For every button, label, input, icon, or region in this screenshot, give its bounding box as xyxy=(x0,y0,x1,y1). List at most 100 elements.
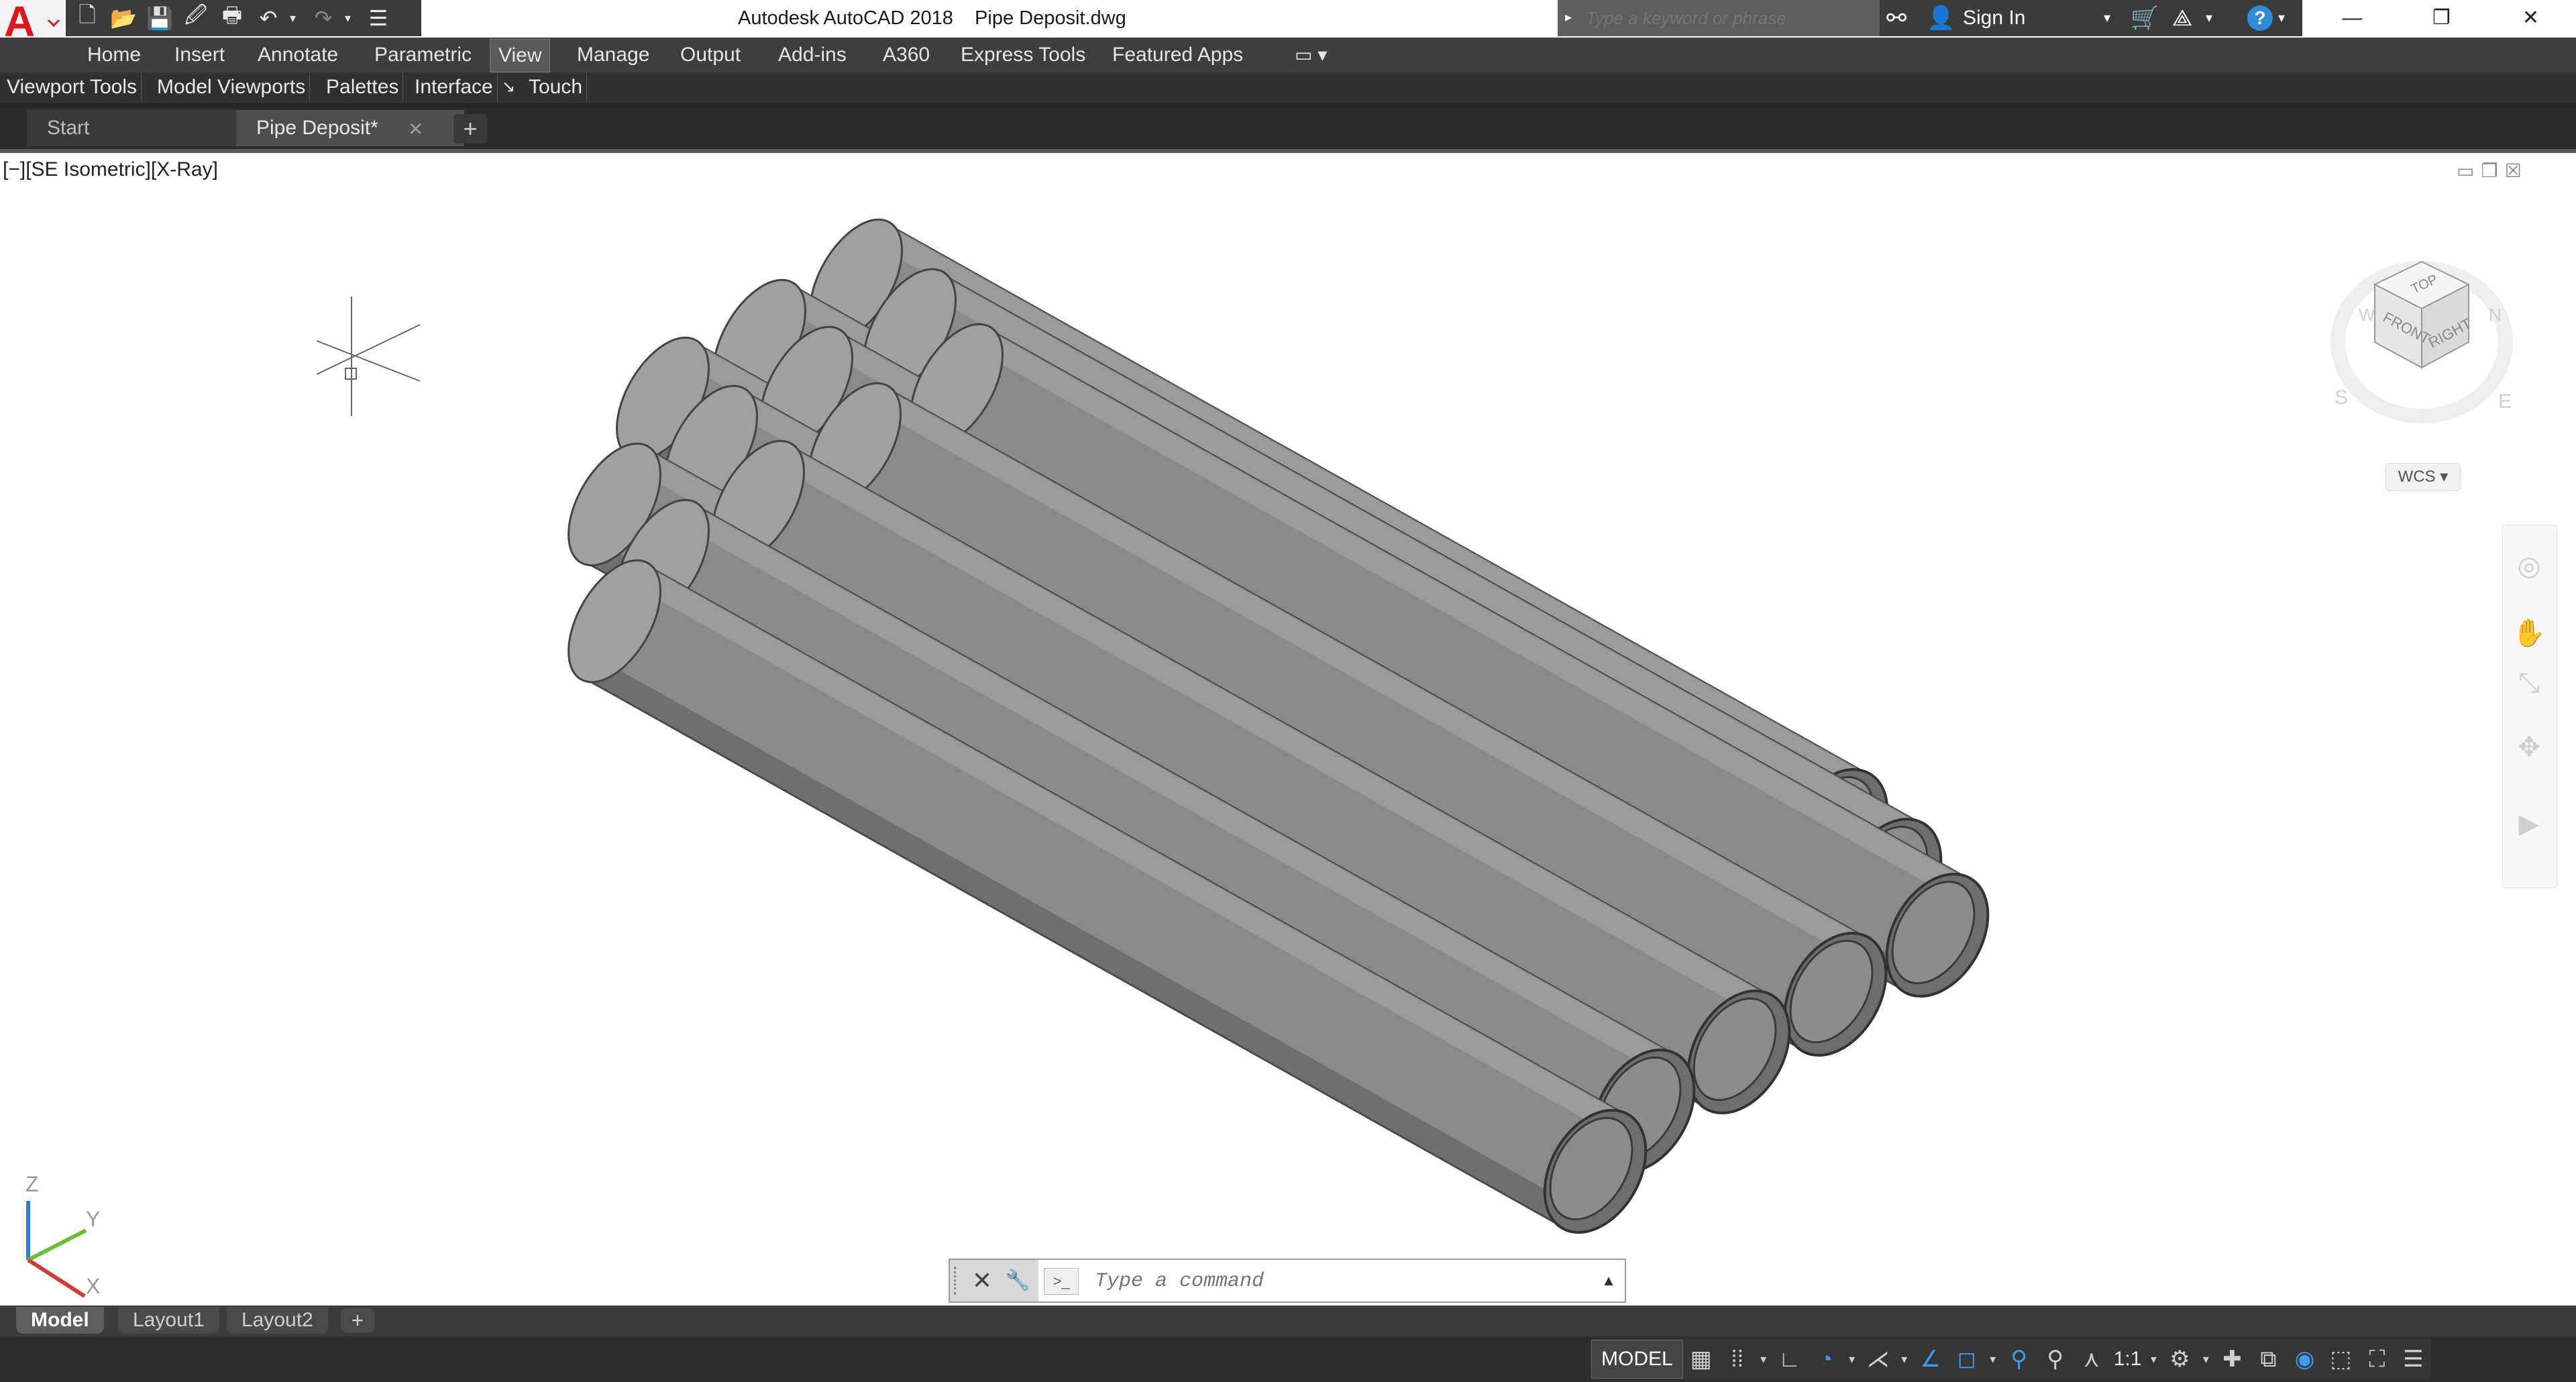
snap-dropdown-icon[interactable]: ▾ xyxy=(1756,1340,1772,1378)
panel-viewport-tools[interactable]: Viewport Tools xyxy=(3,72,142,102)
redo-dropdown-icon[interactable]: ▾ xyxy=(345,11,357,25)
plot-icon[interactable]: 🖶 xyxy=(217,3,247,32)
status-tools: MODEL ▦ ⁞⁞ ▾ ∟ ◔ ▾ ⋌ ▾ ∠ ◻ ▾ ⚲ ⚲ ⋏ 1:1 ▾… xyxy=(1591,1339,2432,1379)
command-history-icon[interactable]: ▲ xyxy=(1595,1263,1622,1299)
user-icon[interactable]: 👤 xyxy=(1927,0,1955,36)
steering-wheel-icon[interactable]: ◎ xyxy=(2510,547,2548,585)
help-dropdown-icon[interactable]: ▾ xyxy=(2278,0,2292,36)
ortho-icon[interactable]: ∟ xyxy=(1772,1340,1808,1378)
pipe-stack-model[interactable]: Z Y X xyxy=(0,153,2576,1306)
tab-model[interactable]: Model xyxy=(16,1307,104,1334)
annotation-visibility-icon[interactable]: ⚲ xyxy=(2001,1340,2037,1378)
tab-manage[interactable]: Manage xyxy=(569,39,657,71)
undo-dropdown-icon[interactable]: ▾ xyxy=(290,11,302,25)
isodraft-icon[interactable]: ⋌ xyxy=(1860,1340,1896,1378)
tab-annotate[interactable]: Annotate xyxy=(250,39,346,71)
object-snap-tracking-icon[interactable]: ∠ xyxy=(1913,1340,1949,1378)
pan-icon[interactable]: ✋ xyxy=(2510,615,2548,652)
command-line-customize-icon[interactable]: 🔧 xyxy=(1001,1260,1034,1301)
tab-home[interactable]: Home xyxy=(79,39,149,71)
wcs-label: WCS xyxy=(2398,468,2436,486)
compass-e-label[interactable]: E xyxy=(2498,390,2512,413)
polar-tracking-icon[interactable]: ◔ xyxy=(1808,1340,1844,1378)
close-tab-icon[interactable]: ✕ xyxy=(408,118,423,140)
ucs-icon xyxy=(26,1201,87,1298)
scale-dropdown-icon[interactable]: ▾ xyxy=(2145,1340,2161,1378)
recent-commands-icon[interactable]: >_ xyxy=(1044,1268,1079,1295)
new-icon[interactable]: 🗋 xyxy=(72,3,102,32)
customization-menu-icon[interactable]: ☰ xyxy=(2395,1340,2431,1378)
tab-express-tools[interactable]: Express Tools xyxy=(953,39,1093,71)
annotation-scale-value[interactable]: 1:1 xyxy=(2110,1348,2146,1371)
annotation-scale-icon[interactable]: ⋏ xyxy=(2074,1340,2110,1378)
polar-dropdown-icon[interactable]: ▾ xyxy=(1844,1340,1860,1378)
isodraft-dropdown-icon[interactable]: ▾ xyxy=(1896,1340,1913,1378)
hardware-acceleration-icon[interactable]: ⬚ xyxy=(2322,1340,2359,1378)
sign-in-dropdown-icon[interactable]: ▾ xyxy=(2104,0,2117,36)
save-icon[interactable]: 💾 xyxy=(145,5,174,32)
isolate-objects-icon[interactable]: ◉ xyxy=(2286,1340,2322,1378)
wcs-menu[interactable]: WCS ▾ xyxy=(2385,463,2461,491)
compass-n-label[interactable]: N xyxy=(2489,305,2502,325)
command-line-grip-icon[interactable] xyxy=(954,1267,963,1295)
grid-icon[interactable]: ▦ xyxy=(1683,1340,1719,1378)
compass-w-label[interactable]: W xyxy=(2359,305,2375,325)
tab-featured-apps[interactable]: Featured Apps xyxy=(1104,39,1251,71)
clean-screen-icon[interactable]: ⛶ xyxy=(2359,1340,2395,1378)
search-expand-icon[interactable]: ▸ xyxy=(1558,0,1579,36)
tab-output[interactable]: Output xyxy=(672,39,749,71)
tab-a360[interactable]: A360 xyxy=(875,39,938,71)
open-icon[interactable]: 📂 xyxy=(109,5,138,32)
ribbon-minimize-icon[interactable]: ▭ ▾ xyxy=(1295,42,1327,68)
showmotion-icon[interactable]: ▶ xyxy=(2510,805,2548,843)
add-layout-button[interactable]: + xyxy=(341,1308,374,1332)
command-input[interactable] xyxy=(1093,1263,1593,1300)
sign-in-button[interactable]: Sign In xyxy=(1963,0,2057,36)
connect-icon[interactable]: ⟁ xyxy=(2172,0,2203,36)
search-input[interactable] xyxy=(1580,3,1878,34)
tab-pipe-deposit[interactable]: Pipe Deposit* xyxy=(236,110,464,146)
redo-icon[interactable]: ↷ xyxy=(309,5,338,32)
close-button[interactable]: ✕ xyxy=(2486,0,2575,36)
restore-button[interactable]: ❐ xyxy=(2397,0,2486,36)
customize-icon[interactable]: ☰ xyxy=(364,5,393,32)
panel-touch[interactable]: Touch xyxy=(525,72,588,102)
tab-layout1[interactable]: Layout1 xyxy=(118,1307,219,1334)
panel-palettes[interactable]: Palettes xyxy=(322,72,404,102)
quick-access-toolbar: 🗋 📂 💾 🖉 🖶 ↶ ▾ ↷ ▾ ☰ xyxy=(66,0,421,36)
minimize-button[interactable]: — xyxy=(2308,0,2397,36)
tab-start[interactable]: Start xyxy=(27,110,248,146)
annotation-monitor-icon[interactable]: ✚ xyxy=(2214,1340,2250,1378)
connect-dropdown-icon[interactable]: ▾ xyxy=(2206,0,2219,36)
auto-scale-icon[interactable]: ⚲ xyxy=(2037,1340,2074,1378)
zoom-extents-icon[interactable]: ⤡ xyxy=(2510,664,2548,702)
interface-dialog-launcher-icon[interactable]: ↘ xyxy=(502,72,515,102)
new-tab-button[interactable]: + xyxy=(453,114,487,144)
osnap-dropdown-icon[interactable]: ▾ xyxy=(1985,1340,2001,1378)
panel-interface[interactable]: Interface xyxy=(411,72,498,102)
ucs-x-label: X xyxy=(86,1274,100,1298)
tab-view[interactable]: View xyxy=(490,39,551,72)
save-as-icon[interactable]: 🖉 xyxy=(181,3,211,32)
command-line-close-icon[interactable]: ✕ xyxy=(967,1260,997,1301)
tab-insert[interactable]: Insert xyxy=(166,39,233,71)
workspace-dropdown-icon[interactable]: ▾ xyxy=(2198,1340,2214,1378)
object-snap-icon[interactable]: ◻ xyxy=(1949,1340,1985,1378)
workspace-gear-icon[interactable]: ⚙ xyxy=(2161,1340,2198,1378)
help-icon[interactable]: ? xyxy=(2247,5,2273,31)
tab-add-ins[interactable]: Add-ins xyxy=(770,39,855,71)
tab-parametric[interactable]: Parametric xyxy=(366,39,480,71)
undo-icon[interactable]: ↶ xyxy=(254,5,283,32)
binoculars-icon[interactable]: ⚯ xyxy=(1886,0,1913,36)
panel-model-viewports[interactable]: Model Viewports xyxy=(153,72,311,102)
layout-tab-bar xyxy=(0,1306,2576,1336)
autocad-logo-icon[interactable]: A xyxy=(0,0,64,46)
orbit-icon[interactable]: ✥ xyxy=(2510,729,2548,766)
cart-icon[interactable]: 🛒 xyxy=(2131,0,2161,36)
tab-layout2[interactable]: Layout2 xyxy=(227,1307,328,1334)
model-space-button[interactable]: MODEL xyxy=(1591,1340,1683,1379)
compass-s-label[interactable]: S xyxy=(2334,386,2348,409)
units-icon[interactable]: ⧉ xyxy=(2250,1340,2286,1378)
viewcube[interactable]: TOP FRONT RIGHT W N S E xyxy=(2328,248,2542,449)
snap-grid-icon[interactable]: ⁞⁞ xyxy=(1719,1340,1756,1378)
